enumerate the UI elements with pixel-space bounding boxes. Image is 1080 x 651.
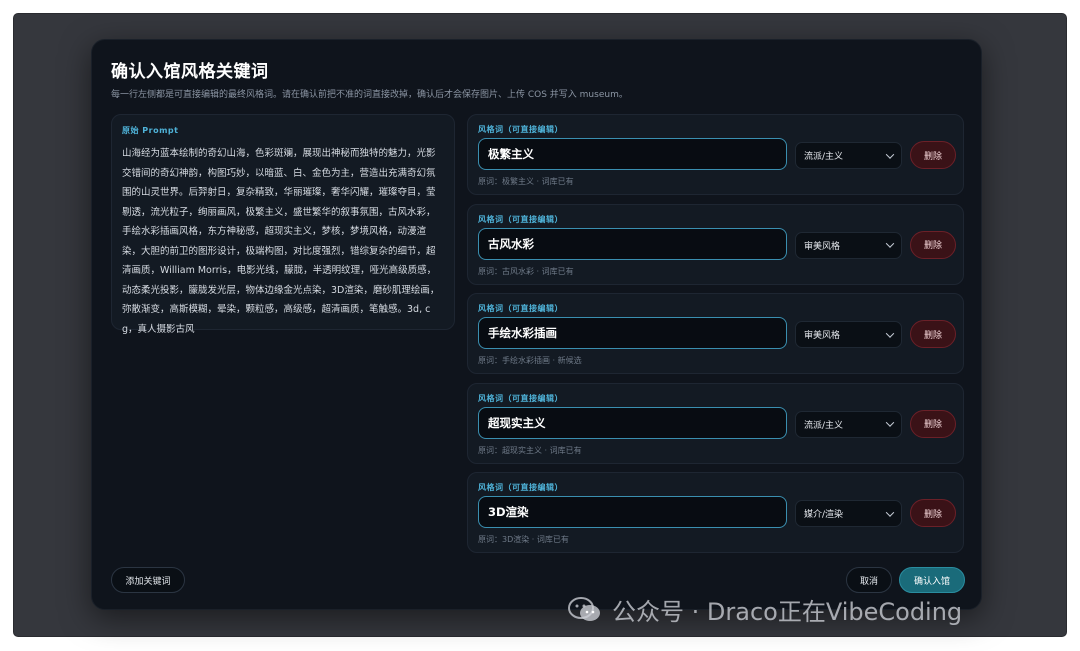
category-value: 流派/主义: [804, 420, 844, 431]
keyword-source: 原词：极繁主义 · 词库已有: [478, 177, 574, 186]
delete-button[interactable]: 删除: [910, 320, 956, 348]
chevron-down-icon: [885, 239, 895, 248]
category-select[interactable]: 审美风格: [795, 321, 902, 348]
keyword-row: 风格词（可直接编辑） 审美风格 删除 原词：古风水彩 · 词库已有: [467, 203, 964, 285]
watermark: 公众号 · Draco正在VibeCoding: [568, 592, 962, 627]
delete-button[interactable]: 删除: [910, 409, 956, 438]
category-value: 流派/主义: [804, 152, 844, 162]
watermark-text: 公众号 · Draco正在VibeCoding: [612, 598, 963, 626]
category-value: 媒介/渲染: [804, 510, 844, 520]
category-value: 审美风格: [804, 241, 841, 252]
original-prompt-panel: 原始 Prompt 山海经为蓝本绘制的奇幻山海，色彩斑斓，展现出神秘而独特的魅力…: [111, 114, 455, 335]
wechat-icon: [568, 596, 600, 621]
cancel-button[interactable]: 取消: [846, 567, 892, 593]
keyword-source: 原词：3D渲染 · 词库已有: [478, 535, 569, 544]
prompt-text: 山海经为蓝本绘制的奇幻山海，色彩斑斓，展现出神秘而独特的魅力，光影交错间的奇幻神…: [122, 148, 440, 335]
keyword-row: 风格词（可直接编辑） 媒介/渲染 删除 原词：3D渲染 · 词库已有: [467, 472, 964, 553]
category-select[interactable]: 流派/主义: [795, 410, 902, 438]
category-value: 审美风格: [804, 331, 841, 341]
keyword-label: 风格词（可直接编辑）: [478, 125, 563, 134]
chevron-down-icon: [885, 418, 895, 427]
keyword-input[interactable]: [478, 138, 787, 170]
keyword-source: 原词：超现实主义 · 词库已有: [478, 445, 582, 455]
confirm-button[interactable]: 确认入馆: [899, 567, 965, 593]
keyword-row: 风格词（可直接编辑） 流派/主义 删除 原词：超现实主义 · 词库已有: [467, 382, 964, 464]
category-select[interactable]: 媒介/渲染: [795, 500, 902, 527]
chevron-down-icon: [885, 507, 895, 517]
keyword-row: 风格词（可直接编辑） 流派/主义 删除 原词：极繁主义 · 词库已有: [467, 114, 964, 195]
keyword-input[interactable]: [478, 317, 787, 349]
delete-button[interactable]: 删除: [910, 499, 956, 527]
keyword-label: 风格词（可直接编辑）: [478, 393, 563, 403]
dialog-subtitle: 每一行左侧都是可直接编辑的最终风格词。请在确认前把不准的词直接改掉，确认后才会保…: [111, 90, 628, 100]
keyword-label: 风格词（可直接编辑）: [478, 214, 563, 224]
delete-button[interactable]: 删除: [910, 230, 956, 259]
chevron-down-icon: [885, 149, 895, 159]
dialog-title: 确认入馆风格关键词: [111, 62, 269, 82]
chevron-down-icon: [885, 328, 895, 338]
add-keyword-button[interactable]: 添加关键词: [111, 567, 185, 593]
keyword-label: 风格词（可直接编辑）: [478, 304, 563, 313]
category-select[interactable]: 审美风格: [795, 231, 902, 259]
keyword-source: 原词：古风水彩 · 词库已有: [478, 266, 574, 276]
keyword-source: 原词：手绘水彩插画 · 新候选: [478, 356, 582, 365]
keyword-row: 风格词（可直接编辑） 审美风格 删除 原词：手绘水彩插画 · 新候选: [467, 293, 964, 374]
confirm-keywords-dialog: 确认入馆风格关键词 每一行左侧都是可直接编辑的最终风格词。请在确认前把不准的词直…: [91, 39, 982, 610]
keyword-input[interactable]: [478, 496, 787, 528]
prompt-label: 原始 Prompt: [122, 126, 179, 135]
delete-button[interactable]: 删除: [910, 141, 956, 169]
keyword-label: 风格词（可直接编辑）: [478, 483, 563, 492]
category-select[interactable]: 流派/主义: [795, 142, 902, 169]
keyword-input[interactable]: [478, 227, 787, 260]
keyword-list: 风格词（可直接编辑） 流派/主义 删除 原词：极繁主义 · 词库已有 风格词（可…: [467, 114, 964, 562]
keyword-input[interactable]: [478, 406, 787, 439]
